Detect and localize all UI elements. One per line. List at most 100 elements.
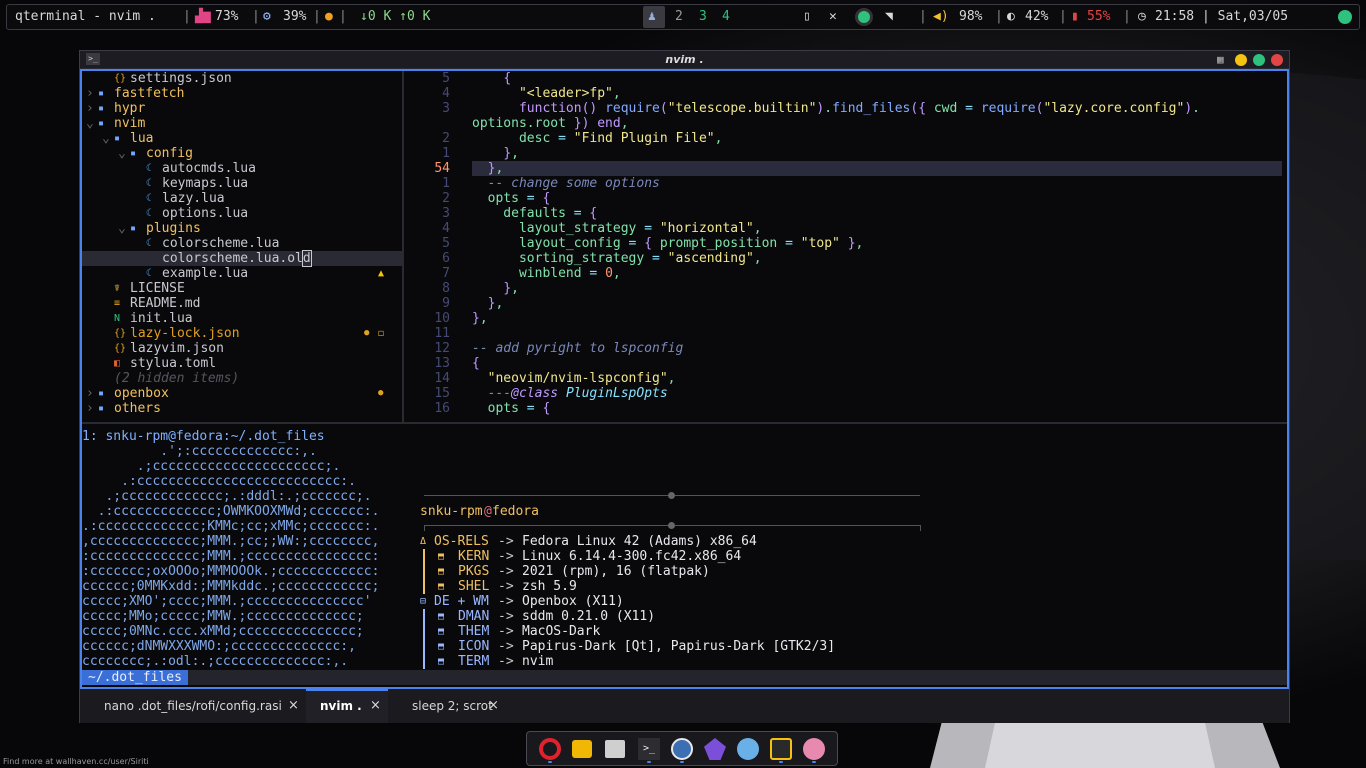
code-editor[interactable]: 5 {4 "<leader>fp", 3 function() require("… — [406, 71, 1287, 422]
wifi-icon[interactable]: ◥ — [885, 9, 893, 25]
window-titlebar[interactable]: >_ nvim . ▦ — [80, 51, 1289, 69]
editor-line[interactable]: 4 "<leader>fp", — [406, 86, 1287, 101]
editor-line[interactable]: 14 "neovim/nvim-lspconfig", — [406, 371, 1287, 386]
explorer-row[interactable]: colorscheme.lua.old — [82, 250, 402, 267]
chevron-icon: › — [86, 101, 94, 116]
explorer-row[interactable]: ◧ stylua.toml — [82, 356, 402, 371]
maximize-button[interactable] — [1253, 54, 1265, 66]
explorer-row[interactable]: ☾ autocmds.lua — [82, 161, 402, 176]
minimize-button[interactable] — [1235, 54, 1247, 66]
clock[interactable]: 21:58 | Sat,03/05 — [1155, 9, 1288, 25]
media-icon[interactable] — [803, 738, 825, 760]
workspace-3[interactable]: 3 — [699, 9, 707, 25]
explorer-row[interactable]: ⌄ ▪ nvim — [82, 116, 402, 131]
explorer-row[interactable]: ☾ keymaps.lua — [82, 176, 402, 191]
workspace-2[interactable]: 2 — [675, 9, 683, 25]
fetch-row: ⊟ DE + WM -> Openbox (X11) — [420, 594, 940, 609]
explorer-item-label: hypr — [114, 101, 146, 116]
close-button[interactable] — [1271, 54, 1283, 66]
volume-icon[interactable]: ◀) — [933, 9, 949, 25]
editor-line[interactable]: 7 winblend = 0, — [406, 266, 1287, 281]
brightness-icon[interactable]: ◐ — [1007, 9, 1015, 25]
explorer-row[interactable]: › ▪ others — [82, 401, 402, 416]
workspace-1-active[interactable]: ♟ — [643, 6, 665, 28]
terminal-icon[interactable]: >_ — [638, 738, 660, 760]
line-number: 3 — [442, 101, 450, 116]
explorer-item-label: lua — [130, 131, 154, 146]
editor-line[interactable]: 5 { — [406, 71, 1287, 86]
editor-line[interactable]: 2 opts = { — [406, 191, 1287, 206]
editor-line[interactable]: 3 defaults = { — [406, 206, 1287, 221]
phone-icon[interactable]: ▯ — [803, 9, 811, 25]
workspace-4[interactable]: 4 — [722, 9, 730, 25]
editor-line[interactable]: 11 — [406, 326, 1287, 341]
explorer-row[interactable]: › ▪ openbox ● — [82, 386, 402, 401]
explorer-row[interactable]: ☤ LICENSE — [82, 281, 402, 296]
opera-icon[interactable] — [539, 738, 561, 760]
explorer-row[interactable]: ⌄ ▪ config — [82, 146, 402, 161]
fedora-icon[interactable] — [671, 738, 693, 760]
code-text: options.root }) end, — [472, 116, 629, 131]
file-type-icon: ◧ — [114, 358, 121, 369]
editor-line[interactable]: options.root }) end, — [406, 116, 1287, 131]
editor-line[interactable]: 1 -- change some options — [406, 176, 1287, 191]
tree-line — [423, 549, 425, 564]
editor-line[interactable]: 8 }, — [406, 281, 1287, 296]
tree-line — [423, 639, 425, 654]
modified-icon: ● — [364, 328, 370, 338]
tab-3[interactable]: sleep 2; scrot × — [388, 689, 506, 723]
editor-line[interactable]: 16 opts = { — [406, 401, 1287, 416]
file-explorer[interactable]: {} settings.json › ▪ fastfetch › ▪ hypr ⌄ ▪ nvim ⌄ ▪… — [82, 71, 404, 422]
editor-line[interactable]: 1 }, — [406, 146, 1287, 161]
editor-line[interactable]: 6 sorting_strategy = "ascending", — [406, 251, 1287, 266]
editor-line[interactable]: 9 }, — [406, 296, 1287, 311]
editor-line[interactable]: 2 desc = "Find Plugin File", — [406, 131, 1287, 146]
grid-icon[interactable]: ▦ — [1217, 53, 1224, 66]
editor-line[interactable]: 13 { — [406, 356, 1287, 371]
explorer-row[interactable]: ☾ options.lua — [82, 206, 402, 221]
explorer-row[interactable]: ☾ lazy.lua — [82, 191, 402, 206]
code-text: "neovim/nvim-lspconfig", — [487, 371, 676, 386]
tab-2[interactable]: nvim . × — [306, 689, 388, 723]
editor-line[interactable]: 12 -- add pyright to lspconfig — [406, 341, 1287, 356]
code-text: }, — [503, 281, 519, 296]
explorer-row[interactable]: ≡ README.md — [82, 296, 402, 311]
settings-icon[interactable] — [737, 738, 759, 760]
close-icon[interactable]: × — [370, 698, 381, 713]
terminal-area[interactable]: {} settings.json › ▪ fastfetch › ▪ hypr ⌄ ▪ nvim ⌄ ▪… — [80, 69, 1289, 689]
editor-line[interactable]: 3 function() require("telescope.builtin"… — [406, 101, 1287, 116]
power-icon[interactable] — [1338, 10, 1352, 24]
tools-icon[interactable]: ✕ — [829, 9, 837, 25]
explorer-item-label: LICENSE — [130, 281, 185, 296]
explorer-row[interactable]: {} lazyvim.json — [82, 341, 402, 356]
explorer-row[interactable]: Ninit.lua — [82, 311, 402, 326]
update-icon[interactable] — [855, 8, 873, 26]
explorer-row[interactable]: (2 hidden items) — [82, 371, 402, 386]
file-type-icon: {} — [114, 328, 127, 339]
line-number — [406, 116, 450, 131]
fetch-arrow: -> — [498, 564, 514, 579]
tab-1[interactable]: nano .dot_files/rofi/config.rasi × — [80, 689, 306, 723]
explorer-row[interactable]: › ▪ fastfetch — [82, 86, 402, 101]
code-text: }, — [503, 146, 519, 161]
editor-line[interactable]: 15 ---@class PluginLspOpts — [406, 386, 1287, 401]
files-icon[interactable] — [572, 740, 592, 758]
editor-line[interactable]: 5 layout_config = { prompt_position = "t… — [406, 236, 1287, 251]
obsidian-icon[interactable] — [704, 738, 726, 760]
code-text: -- add pyright to lspconfig — [472, 341, 684, 356]
explorer-row[interactable]: ⌄ ▪ lua — [82, 131, 402, 146]
close-icon[interactable]: × — [288, 698, 299, 713]
shell-pane[interactable]: 1: snku-rpm@fedora:~/.dot_files .';:cccc… — [82, 424, 1287, 670]
editor-line[interactable]: 10}, — [406, 311, 1287, 326]
close-icon[interactable]: × — [488, 698, 499, 713]
explorer-row[interactable]: ☾ colorscheme.lua — [82, 236, 402, 251]
explorer-row[interactable]: {} lazy-lock.json ● ◻ — [82, 326, 402, 341]
music-icon[interactable] — [770, 738, 792, 760]
editor-line[interactable]: 4 layout_strategy = "horizontal", — [406, 221, 1287, 236]
explorer-row[interactable]: {} settings.json — [82, 71, 402, 86]
explorer-row[interactable]: ☾ example.lua ▲ — [82, 266, 402, 281]
editor-line[interactable]: 54 }, — [406, 161, 1287, 176]
archive-icon[interactable] — [605, 740, 625, 758]
explorer-row[interactable]: ⌄ ▪ plugins — [82, 221, 402, 236]
explorer-row[interactable]: › ▪ hypr — [82, 101, 402, 116]
